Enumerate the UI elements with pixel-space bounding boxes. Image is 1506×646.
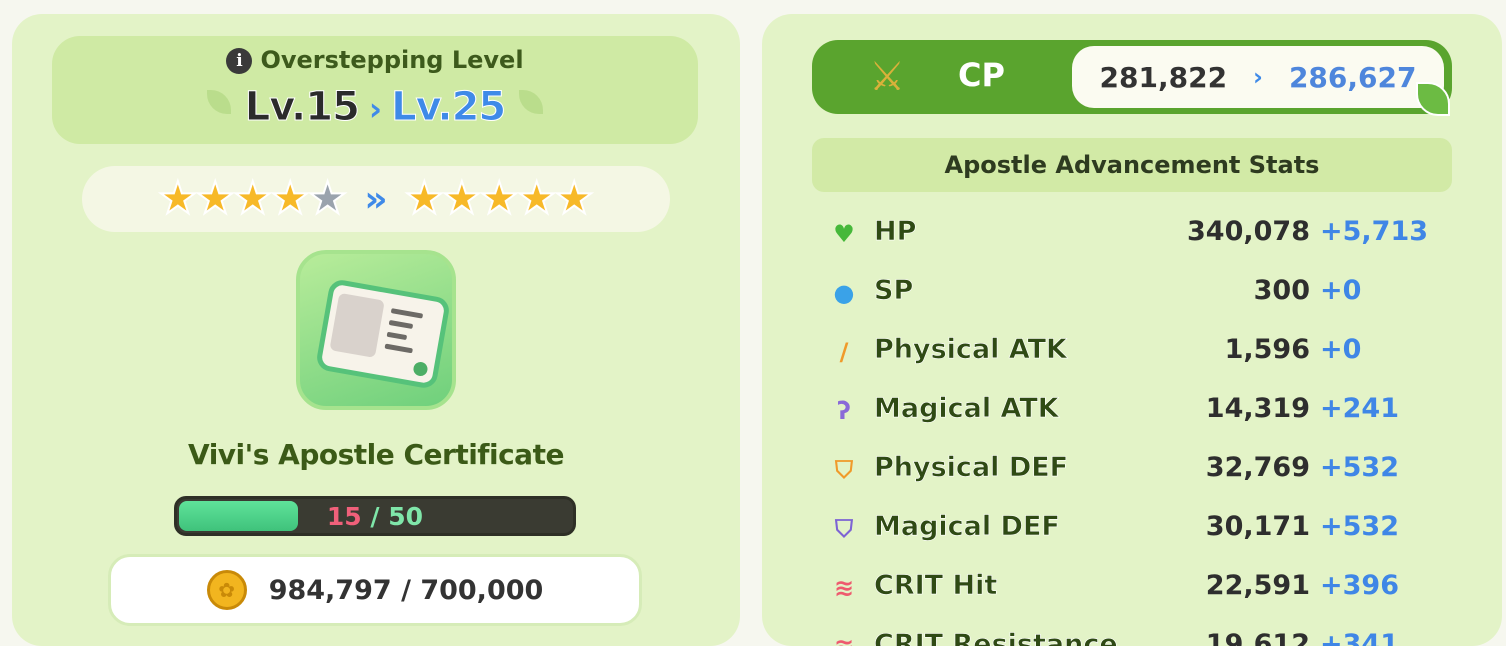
filled-star-icon: ★: [441, 173, 482, 224]
stat-row: / Physical ATK 1,596 +0: [826, 328, 1426, 378]
progress-separator: /: [370, 502, 380, 531]
stat-name: SP: [874, 275, 914, 307]
cp-arrow-icon: ›: [1253, 63, 1263, 91]
crossed-swords-icon: ⚔: [869, 54, 905, 100]
cp-next: 286,627: [1288, 60, 1417, 94]
stat-name: CRIT Resistance: [874, 629, 1118, 646]
stat-name: Physical DEF: [874, 452, 1069, 484]
stat-value: 22,591: [1205, 570, 1310, 601]
claw-icon: ≋: [833, 574, 855, 602]
stat-increase: +341: [1320, 629, 1399, 646]
star-grade-bar: ★★★★★ » ★★★★★: [82, 166, 670, 232]
stat-value: 1,596: [1224, 334, 1310, 365]
gold-cost-box: ✿ 984,797 / 700,000: [108, 554, 642, 626]
leaf-decoration-icon: [519, 90, 544, 114]
magic-staff-icon: ʔ: [837, 397, 851, 425]
level-arrow-icon: ›: [368, 90, 382, 128]
cp-label: CP: [958, 56, 1005, 94]
cp-values: 281,822 › 286,627: [1072, 46, 1450, 116]
gold-coin-icon: ✿: [206, 570, 247, 610]
certificate-card-icon: [314, 278, 452, 390]
progress-count: 15 / 50: [177, 502, 573, 531]
stat-name: Magical DEF: [874, 511, 1060, 543]
card-line: [386, 331, 408, 341]
empty-star-icon: ★: [307, 173, 348, 224]
cp-bar: ⚔ CP 281,822 › 286,627: [812, 40, 1452, 116]
card-line: [390, 308, 424, 319]
stat-value: 340,078: [1187, 216, 1310, 247]
stat-value: 300: [1253, 275, 1310, 306]
overstepping-level-header: i Overstepping Level: [52, 46, 698, 74]
stat-increase: +532: [1320, 452, 1399, 483]
overstepping-level-box: i Overstepping Level Lv.15 › Lv.25: [52, 36, 698, 144]
stat-increase: +0: [1320, 275, 1362, 306]
stat-name: HP: [874, 216, 917, 248]
filled-star-icon: ★: [195, 173, 236, 224]
stat-increase: +241: [1320, 393, 1399, 424]
item-name: Vivi's Apostle Certificate: [188, 438, 564, 471]
stat-increase: +0: [1320, 334, 1362, 365]
stat-name: Physical ATK: [874, 334, 1068, 366]
progress-required: 50: [388, 502, 424, 531]
filled-star-icon: ★: [479, 173, 520, 224]
advancement-panel: i Overstepping Level Lv.15 › Lv.25 ★★★★★ » …: [12, 14, 740, 646]
card-line: [388, 319, 414, 330]
next-level: Lv.25: [391, 84, 507, 131]
heart-icon: ♥: [833, 220, 855, 248]
card-line: [384, 343, 413, 354]
physical-shield-icon: ⛉: [835, 456, 853, 484]
stat-name: CRIT Hit: [874, 570, 998, 602]
stat-row: ≋ CRIT Hit 22,591 +396: [826, 564, 1426, 614]
filled-star-icon: ★: [553, 173, 594, 224]
portrait-icon: [329, 292, 385, 358]
sword-icon: /: [839, 338, 849, 366]
stat-name: Magical ATK: [874, 393, 1059, 425]
stat-row: ⛉ Physical DEF 32,769 +532: [826, 446, 1426, 496]
progress-current: 15: [326, 502, 362, 531]
certificate-item-icon[interactable]: [296, 250, 456, 410]
stat-row: ● SP 300 +0: [826, 269, 1426, 319]
filled-star-icon: ★: [516, 173, 557, 224]
stat-row: ⛉ Magical DEF 30,171 +532: [826, 505, 1426, 555]
current-star-grade: ★★★★★: [157, 176, 348, 222]
stat-row: ≋ CRIT Resistance 19,612 +341: [826, 623, 1426, 646]
leaf-decoration-icon: [206, 90, 231, 114]
water-drop-icon: ●: [833, 279, 855, 307]
stat-row: ♥ HP 340,078 +5,713: [826, 210, 1429, 260]
stat-row: ʔ Magical ATK 14,319 +241: [826, 387, 1426, 437]
next-star-grade: ★★★★★: [404, 176, 595, 222]
stat-value: 19,612: [1205, 629, 1310, 646]
stat-value: 30,171: [1205, 511, 1310, 542]
leaf-badge-icon: [1416, 82, 1450, 116]
overstepping-level-title: Overstepping Level: [260, 46, 524, 74]
item-progress-bar: 15 / 50: [174, 496, 576, 536]
filled-star-icon: ★: [269, 173, 310, 224]
info-icon[interactable]: i: [226, 48, 253, 74]
stats-panel: ⚔ CP 281,822 › 286,627 Apostle Advanceme…: [762, 14, 1502, 646]
stats-title: Apostle Advancement Stats: [812, 138, 1452, 192]
double-chevron-icon: »: [364, 178, 388, 220]
stat-increase: +396: [1320, 570, 1399, 601]
filled-star-icon: ★: [404, 173, 445, 224]
level-change: Lv.15 › Lv.25: [52, 84, 698, 131]
filled-star-icon: ★: [157, 173, 198, 224]
gold-amount: 984,797 / 700,000: [268, 574, 544, 606]
stat-value: 14,319: [1205, 393, 1310, 424]
stat-value: 32,769: [1205, 452, 1310, 483]
stat-increase: +5,713: [1320, 216, 1429, 247]
stat-increase: +532: [1320, 511, 1399, 542]
crit-resist-icon: ≋: [826, 629, 862, 646]
filled-star-icon: ★: [232, 173, 273, 224]
cp-current: 281,822: [1099, 60, 1228, 94]
magic-shield-icon: ⛉: [835, 515, 853, 543]
current-level: Lv.15: [244, 84, 360, 131]
clover-stamp-icon: [412, 360, 429, 378]
